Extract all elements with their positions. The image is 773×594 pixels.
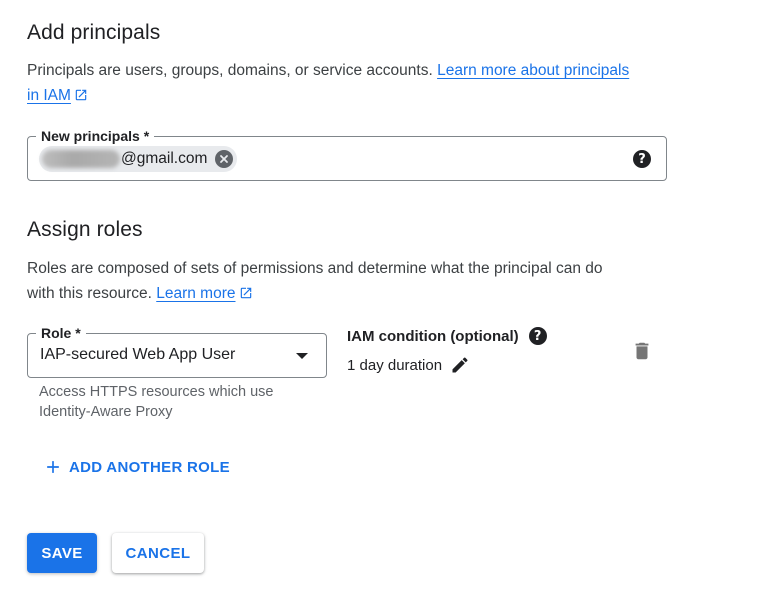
dropdown-arrow-icon bbox=[296, 353, 308, 359]
principals-description-text: Principals are users, groups, domains, o… bbox=[27, 62, 433, 79]
learn-more-principals-link-line2[interactable]: in IAM bbox=[27, 87, 71, 104]
role-hint-line2: Identity-Aware Proxy bbox=[39, 404, 173, 420]
open-in-new-icon bbox=[75, 89, 87, 101]
add-another-role-button[interactable]: ADD ANOTHER ROLE bbox=[43, 457, 230, 477]
principal-chip-text: @gmail.com bbox=[121, 150, 208, 167]
learn-more-principals-link-cont: in IAM bbox=[27, 83, 88, 108]
assign-roles-description-line1: Roles are composed of sets of permission… bbox=[27, 260, 603, 277]
add-another-role-label: ADD ANOTHER ROLE bbox=[69, 458, 230, 476]
assign-roles-title: Assign roles bbox=[27, 218, 143, 241]
learn-more-roles-link[interactable]: Learn more bbox=[156, 285, 235, 302]
help-circle-icon[interactable]: ? bbox=[633, 150, 651, 168]
plus-icon bbox=[47, 461, 59, 473]
add-principals-description: Principals are users, groups, domains, o… bbox=[27, 58, 677, 83]
assign-roles-description-text: with this resource. bbox=[27, 285, 152, 302]
role-label: Role * bbox=[36, 324, 86, 342]
role-select[interactable]: Role * IAP-secured Web App User bbox=[27, 324, 327, 378]
delete-trash-icon[interactable] bbox=[631, 340, 653, 362]
save-button[interactable]: SAVE bbox=[27, 533, 97, 573]
new-principals-label: New principals * bbox=[36, 127, 155, 145]
role-select-value: IAP-secured Web App User bbox=[40, 346, 236, 363]
help-circle-icon[interactable]: ? bbox=[528, 327, 547, 345]
remove-chip-icon[interactable] bbox=[215, 150, 234, 168]
open-in-new-icon bbox=[240, 287, 251, 299]
cancel-button[interactable]: CANCEL bbox=[112, 533, 204, 573]
role-hint-line1: Access HTTPS resources which use bbox=[39, 384, 274, 400]
principal-chip: @gmail.com bbox=[39, 146, 238, 172]
new-principals-field[interactable]: New principals * @gmail.com ? bbox=[27, 127, 667, 181]
assign-roles-description-line2: with this resource. Learn more bbox=[27, 281, 253, 306]
iam-condition-value-row: 1 day duration bbox=[347, 355, 470, 375]
iam-condition-value: 1 day duration bbox=[347, 356, 443, 374]
iam-condition-label: IAM condition (optional) bbox=[347, 327, 519, 345]
add-principals-title: Add principals bbox=[27, 21, 161, 44]
learn-more-principals-link[interactable]: Learn more about principals bbox=[437, 62, 629, 79]
edit-pencil-icon[interactable] bbox=[450, 355, 470, 375]
redacted-username bbox=[42, 150, 120, 168]
iam-condition-header: IAM condition (optional) ? bbox=[347, 327, 547, 345]
